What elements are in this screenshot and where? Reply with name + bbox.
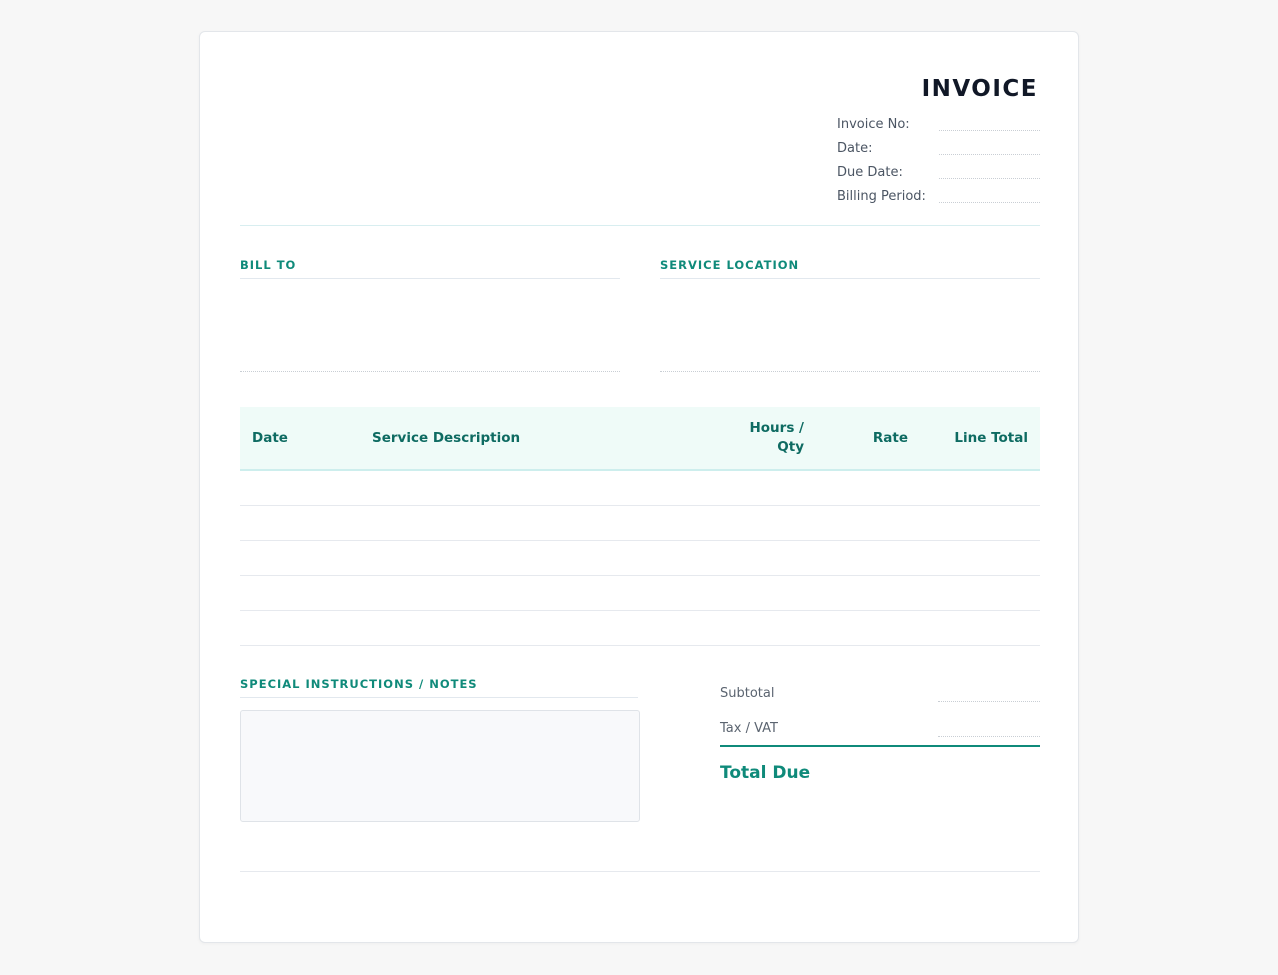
total-divider <box>720 745 1040 747</box>
column-header-date: Date <box>252 430 288 446</box>
total-due-label: Total Due <box>720 763 811 783</box>
invoice-title: INVOICE <box>921 76 1038 102</box>
service-location-heading: SERVICE LOCATION <box>660 258 800 272</box>
notes-underline <box>240 697 638 698</box>
meta-row-invoice-no: Invoice No: <box>837 116 1040 140</box>
meta-row-due-date: Due Date: <box>837 164 1040 188</box>
invoice-sheet: INVOICE Invoice No: Date: Due Date: Bill… <box>199 31 1079 943</box>
line-items-table-header: Date Service Description Hours / Qty Rat… <box>240 407 1040 471</box>
due-date-field[interactable] <box>939 178 1040 179</box>
column-header-line-total: Line Total <box>954 430 1028 446</box>
subtotal-value-field[interactable] <box>938 701 1040 702</box>
service-location-field[interactable] <box>660 371 1040 372</box>
column-header-hours-qty-line1: Hours / <box>749 420 804 436</box>
tax-vat-value-field[interactable] <box>938 736 1040 737</box>
notes-textarea[interactable] <box>240 710 640 822</box>
table-row[interactable] <box>240 540 1040 541</box>
meta-row-date: Date: <box>837 140 1040 164</box>
bill-to-heading: BILL TO <box>240 258 297 272</box>
footer-divider <box>240 871 1040 872</box>
column-header-rate: Rate <box>872 430 908 446</box>
service-location-underline <box>660 278 1040 279</box>
bill-to-field[interactable] <box>240 371 620 372</box>
invoice-no-field[interactable] <box>939 130 1040 131</box>
meta-row-billing-period: Billing Period: <box>837 188 1040 212</box>
tax-vat-label: Tax / VAT <box>720 721 778 736</box>
header-divider <box>240 225 1040 226</box>
subtotal-label: Subtotal <box>720 686 775 701</box>
table-row[interactable] <box>240 645 1040 646</box>
billing-period-label: Billing Period: <box>837 189 926 204</box>
due-date-label: Due Date: <box>837 165 903 180</box>
bill-to-underline <box>240 278 620 279</box>
date-field[interactable] <box>939 154 1040 155</box>
date-label: Date: <box>837 141 873 156</box>
table-row[interactable] <box>240 575 1040 576</box>
table-row[interactable] <box>240 610 1040 611</box>
column-header-service-description: Service Description <box>372 430 521 446</box>
column-header-hours-qty: Hours / Qty <box>749 419 804 457</box>
table-row[interactable] <box>240 505 1040 506</box>
notes-heading: SPECIAL INSTRUCTIONS / NOTES <box>240 677 478 691</box>
invoice-no-label: Invoice No: <box>837 117 910 132</box>
column-header-hours-qty-line2: Qty <box>777 439 804 455</box>
billing-period-field[interactable] <box>939 202 1040 203</box>
